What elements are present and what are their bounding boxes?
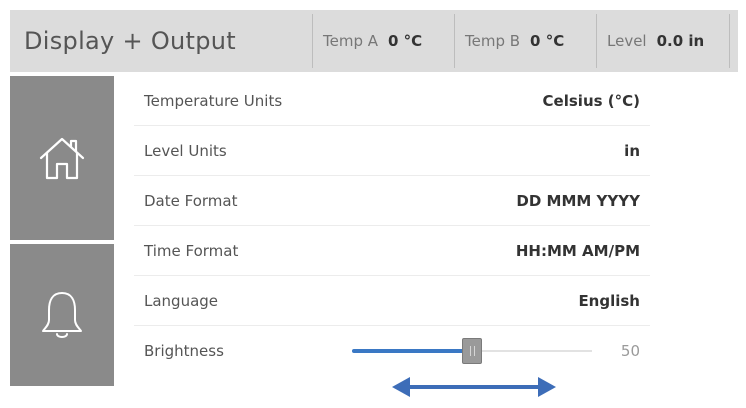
setting-language[interactable]: Language English <box>134 276 650 326</box>
setting-label: Language <box>144 292 219 310</box>
temp-b-readout: Temp B 0 °C <box>454 14 596 68</box>
bell-icon <box>42 292 82 338</box>
nav-home-button[interactable] <box>10 76 114 240</box>
brightness-slider-thumb[interactable] <box>462 338 482 364</box>
setting-level-units[interactable]: Level Units in <box>134 126 650 176</box>
double-arrow-icon <box>392 377 556 397</box>
page-title: Display + Output <box>24 27 236 55</box>
setting-date-format[interactable]: Date Format DD MMM YYYY <box>134 176 650 226</box>
home-icon <box>39 137 85 180</box>
setting-value: DD MMM YYYY <box>516 192 640 210</box>
brightness-value: 50 <box>620 342 640 360</box>
nav-alerts-button[interactable] <box>10 244 114 386</box>
temp-a-label: Temp A <box>323 32 379 50</box>
setting-value: Celsius (°C) <box>542 92 640 110</box>
temp-b-label: Temp B <box>465 32 521 50</box>
setting-label: Time Format <box>144 242 239 260</box>
setting-value: in <box>624 142 640 160</box>
temp-a-value: 0 °C <box>388 32 423 50</box>
brightness-label: Brightness <box>144 342 224 360</box>
setting-temperature-units[interactable]: Temperature Units Celsius (°C) <box>134 76 650 126</box>
setting-value: HH:MM AM/PM <box>515 242 640 260</box>
setting-label: Level Units <box>144 142 227 160</box>
setting-brightness: Brightness 50 <box>134 326 650 376</box>
level-readout: Level 0.0 in <box>596 14 730 68</box>
level-value: 0.0 in <box>656 32 705 50</box>
setting-time-format[interactable]: Time Format HH:MM AM/PM <box>134 226 650 276</box>
header-bar: Display + Output Temp A 0 °C Temp B 0 °C L… <box>10 10 738 72</box>
brightness-slider-fill <box>352 349 472 353</box>
settings-list: Temperature Units Celsius (°C) Level Uni… <box>134 76 650 376</box>
setting-label: Temperature Units <box>144 92 283 110</box>
brightness-slider[interactable] <box>352 338 592 364</box>
display-output-screen: Display + Output Temp A 0 °C Temp B 0 °C L… <box>10 10 738 386</box>
temp-a-readout: Temp A 0 °C <box>312 14 454 68</box>
level-label: Level <box>607 32 647 50</box>
setting-value: English <box>578 292 640 310</box>
setting-label: Date Format <box>144 192 238 210</box>
temp-b-value: 0 °C <box>530 32 565 50</box>
